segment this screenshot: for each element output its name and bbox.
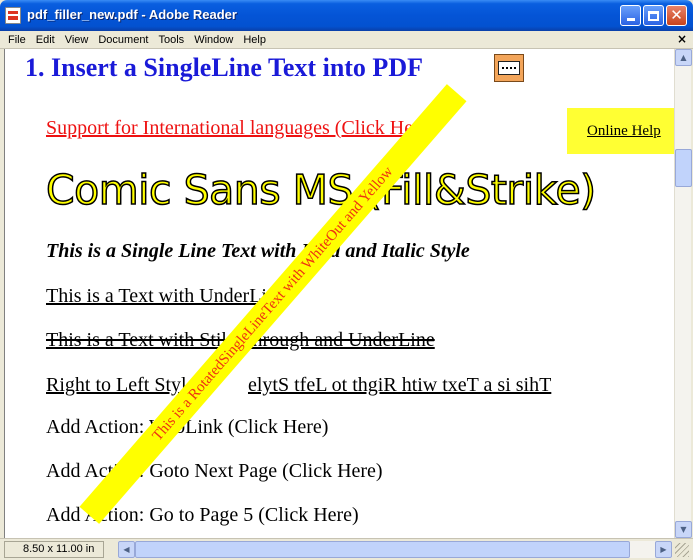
menu-file[interactable]: File [3, 32, 31, 48]
comic-sans-text: Comic Sans MS (Fill&Strike) [45, 165, 597, 215]
vertical-scrollbar[interactable]: ▲ ▼ [674, 49, 692, 538]
scroll-up-icon[interactable]: ▲ [675, 49, 692, 66]
menu-bar: File Edit View Document Tools Window Hel… [0, 31, 693, 49]
menu-view[interactable]: View [60, 32, 94, 48]
underline-text: This is a Text with UnderLine [46, 285, 286, 307]
resize-grip-icon[interactable] [675, 543, 689, 557]
close-icon: ✕ [670, 6, 683, 24]
page-size-indicator: 8.50 x 11.00 in [4, 541, 104, 558]
text-field-icon [498, 61, 520, 75]
scroll-left-icon[interactable]: ◀ [118, 541, 135, 558]
document-close-icon[interactable]: × [677, 32, 687, 46]
menu-document[interactable]: Document [93, 32, 153, 48]
minimize-button[interactable] [620, 5, 641, 26]
online-help-box[interactable]: Online Help [567, 108, 674, 154]
online-help-link[interactable]: Online Help [587, 123, 661, 140]
horizontal-scrollbar[interactable]: ◀ ▶ [118, 541, 672, 558]
maximize-icon [648, 10, 659, 21]
weblink-action-link[interactable]: Add Action: WebLink (Click Here) [46, 416, 328, 439]
document-view[interactable]: 1. Insert a SingleLine Text into PDF Onl… [4, 49, 674, 538]
international-languages-link[interactable]: Support for International languages (Cli… [46, 117, 435, 140]
title-bar[interactable]: pdf_filler_new.pdf - Adobe Reader ✕ [0, 0, 693, 31]
strikethrough-text: This is a Text with StikeThrough and Und… [46, 329, 435, 351]
scroll-down-icon[interactable]: ▼ [675, 521, 692, 538]
menu-help[interactable]: Help [238, 32, 271, 48]
rtl-label: Right to Left Style: [46, 374, 201, 396]
menu-edit[interactable]: Edit [31, 32, 60, 48]
status-bar: 8.50 x 11.00 in ◀ ▶ [0, 538, 693, 560]
close-button[interactable]: ✕ [666, 5, 687, 26]
goto-next-page-link[interactable]: Add Action: Goto Next Page (Click Here) [46, 460, 383, 483]
vertical-scroll-thumb[interactable] [675, 149, 692, 187]
goto-page-5-link[interactable]: Add Action: Go to Page 5 (Click Here) [46, 504, 359, 527]
text-field-button[interactable] [494, 54, 524, 82]
adobe-reader-icon [5, 7, 21, 24]
horizontal-scroll-thumb[interactable] [135, 541, 630, 558]
menu-window[interactable]: Window [189, 32, 238, 48]
bold-italic-text: This is a Single Line Text with Bold and… [46, 240, 470, 262]
window-title: pdf_filler_new.pdf - Adobe Reader [27, 7, 237, 22]
minimize-icon [626, 18, 635, 21]
rtl-text: elytS tfeL ot thgiR htiw txeT a si sihT [248, 374, 552, 396]
menu-tools[interactable]: Tools [154, 32, 190, 48]
scroll-right-icon[interactable]: ▶ [655, 541, 672, 558]
page-heading: 1. Insert a SingleLine Text into PDF [25, 53, 423, 82]
maximize-button[interactable] [643, 5, 664, 26]
